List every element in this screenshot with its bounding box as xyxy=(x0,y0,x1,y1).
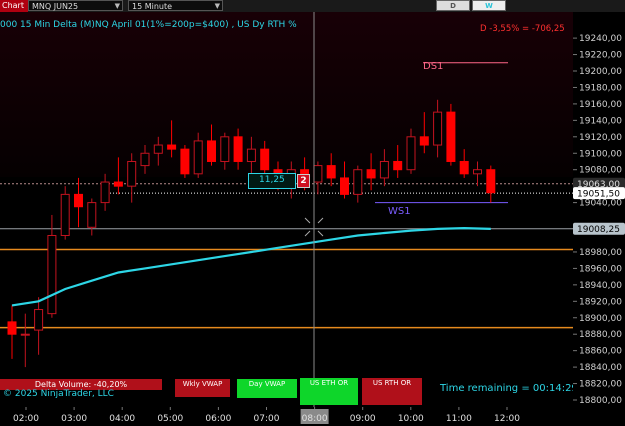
price-tick-label: 19100,00 xyxy=(579,149,622,159)
time-tick-label: 11:00 xyxy=(446,414,472,424)
candle-body xyxy=(100,181,110,204)
time-tick-label: 03:00 xyxy=(61,414,87,424)
chevron-down-icon: ▼ xyxy=(114,2,120,10)
price-tick-label: 19160,00 xyxy=(579,100,622,110)
interval-value: 15 Minute xyxy=(132,2,173,11)
candle-body xyxy=(419,136,429,146)
candle-body xyxy=(473,169,482,175)
time-tick-label: 06:00 xyxy=(205,414,231,424)
crosshair-icon xyxy=(304,230,311,237)
price-tick-label: 19040,00 xyxy=(579,199,622,209)
chart-tab[interactable]: Chart xyxy=(0,0,28,12)
crosshair-icon xyxy=(317,230,324,237)
time-tick-label: 09:00 xyxy=(350,414,376,424)
candle-body xyxy=(379,160,389,179)
candle-body xyxy=(60,193,70,237)
price-tick-label: 19220,00 xyxy=(579,51,622,61)
price-tick-label: 19200,00 xyxy=(579,67,622,77)
candle-body xyxy=(313,165,323,183)
candle-body xyxy=(353,169,363,195)
candle-body xyxy=(113,181,123,187)
candle-body xyxy=(207,140,216,162)
crosshair-icon xyxy=(317,217,324,224)
measure-badge: 2 xyxy=(297,174,310,188)
price-tick-label: 19180,00 xyxy=(579,83,622,93)
candle-body xyxy=(140,152,150,167)
last-price-tag-text: 19051,50 xyxy=(577,190,620,200)
price-tick-label: 18880,00 xyxy=(579,330,622,340)
time-tick-label: 07:00 xyxy=(254,414,280,424)
candle-body xyxy=(20,333,30,336)
candle-body xyxy=(87,202,97,228)
time-tick-label: 02:00 xyxy=(13,414,39,424)
time-tick-label: 10:00 xyxy=(398,414,424,424)
us-eth-or-button[interactable]: US ETH OR xyxy=(300,378,358,405)
candle-body xyxy=(153,144,163,154)
us-rth-or-button[interactable]: US RTH OR xyxy=(362,378,422,405)
candle-body xyxy=(340,177,349,195)
instrument-value: MNQ JUN25 xyxy=(32,2,79,11)
time-tick-label: 08:00 xyxy=(302,414,328,424)
candle-body xyxy=(167,144,177,150)
candle-body xyxy=(47,235,57,315)
candle-body xyxy=(366,169,376,179)
candlestick-chart[interactable] xyxy=(0,12,573,407)
ds1-label: DS1 xyxy=(423,61,444,72)
wkly-vwap-button[interactable]: Wkly VWAP xyxy=(175,379,230,397)
time-tick-label: 12:00 xyxy=(494,414,520,424)
time-axis[interactable]: 02:00 03:00 04:00 05:00 06:00 07:00 08:00 09:00… xyxy=(0,407,573,426)
price-tick-label: 18980,00 xyxy=(579,248,622,258)
vwap-line xyxy=(11,226,491,307)
price-tick-label: 18820,00 xyxy=(579,380,622,390)
chart-info-text: 000 15 Min Delta (M)NQ April 01(1%=200p=… xyxy=(0,20,297,30)
candle-body xyxy=(220,136,230,162)
candle-body xyxy=(34,309,44,331)
price-tick-label: 19240,00 xyxy=(579,34,622,44)
price-tick-label: 18960,00 xyxy=(579,264,622,274)
chart-panel[interactable]: 000 15 Min Delta (M)NQ April 01(1%=200p=… xyxy=(0,12,578,407)
candle-body xyxy=(393,160,403,171)
interval-select[interactable]: 15 Minute ▼ xyxy=(128,0,223,11)
delta-readout: D -3,55% = -706,25 xyxy=(480,24,565,34)
candle-body xyxy=(406,136,416,171)
d-vwap-button[interactable]: D VWAP xyxy=(436,0,470,21)
candle-body xyxy=(260,148,270,171)
measure-value: 11,25 xyxy=(259,175,285,185)
time-remaining: Time remaining = 00:14:29 xyxy=(440,383,578,394)
crosshair-icon xyxy=(304,217,311,224)
candle-body xyxy=(326,165,336,179)
instrument-select[interactable]: MNQ JUN25 ▼ xyxy=(28,0,123,11)
upper-zone-background xyxy=(0,12,573,177)
price-tick-label: 18840,00 xyxy=(579,363,622,373)
vwap-price-tag-text: 19008,25 xyxy=(577,225,620,235)
candle-body xyxy=(433,111,443,146)
time-tick-label: 05:00 xyxy=(157,414,183,424)
day-vwap-button[interactable]: Day VWAP xyxy=(237,379,297,398)
candle-body xyxy=(246,148,256,162)
copyright-text: © 2025 NinjaTrader, LLC xyxy=(3,389,114,399)
ws1-label: WS1 xyxy=(388,206,411,217)
price-tick-label: 18940,00 xyxy=(579,281,622,291)
w-vwap-button[interactable]: W VWAP xyxy=(472,0,506,21)
candle-body xyxy=(74,193,83,208)
price-tick-label: 19140,00 xyxy=(579,116,622,126)
price-tick-label: 19120,00 xyxy=(579,133,622,143)
time-tick-label: 04:00 xyxy=(109,414,135,424)
candle-body xyxy=(486,169,496,194)
price-tick-label: 19080,00 xyxy=(579,166,622,176)
candle-body xyxy=(233,136,243,162)
candle-body xyxy=(7,321,17,335)
price-axis[interactable]: 19240,00 19220,00 19200,00 19180,00 19160,00… xyxy=(573,12,625,407)
candle-body xyxy=(180,148,190,175)
candle-body xyxy=(459,160,469,175)
candle-body xyxy=(127,160,137,187)
price-tick-label: 18900,00 xyxy=(579,314,622,324)
candle-body xyxy=(193,140,203,175)
price-tick-label: 18920,00 xyxy=(579,297,622,307)
price-tick-label: 18860,00 xyxy=(579,347,622,357)
chevron-down-icon: ▼ xyxy=(214,2,220,10)
price-tick-label: 18800,00 xyxy=(579,396,622,406)
candle-body xyxy=(446,111,456,162)
